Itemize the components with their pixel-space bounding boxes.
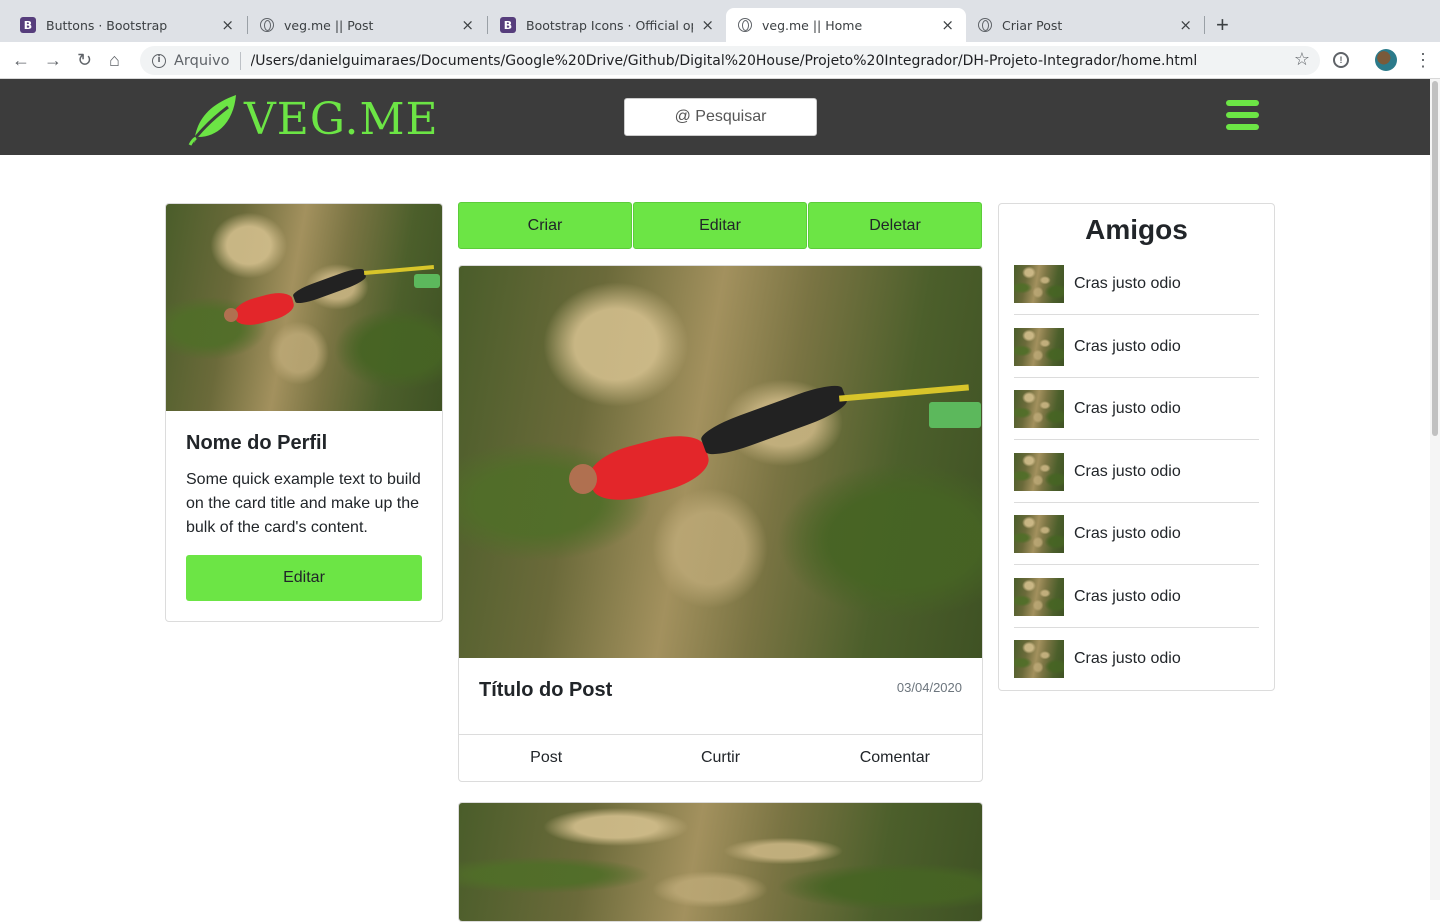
profile-card: Nome do Perfil Some quick example text t… — [165, 203, 443, 622]
tab-title: Bootstrap Icons · Official open — [526, 17, 693, 33]
friend-item[interactable]: Cras justo odio — [1014, 441, 1259, 503]
browser-tab[interactable]: veg.me || Post × — [248, 8, 486, 42]
address-divider — [239, 51, 241, 70]
comment-link[interactable]: Comentar — [808, 735, 982, 781]
globe-icon — [260, 18, 274, 32]
friend-item[interactable]: Cras justo odio — [1014, 378, 1259, 440]
browser-toolbar: ← → ↻ ⌂ i Arquivo /Users/danielguimaraes… — [0, 42, 1440, 79]
friend-name: Cras justo odio — [1074, 587, 1181, 605]
friends-card: Amigos Cras justo odio Cras justo odio C… — [998, 203, 1275, 691]
bungee-jumper-figure — [214, 256, 442, 356]
post-actions: Post Curtir Comentar — [459, 734, 982, 781]
home-icon[interactable]: ⌂ — [109, 50, 120, 70]
friends-title: Amigos — [1085, 214, 1188, 245]
tab-title: veg.me || Post — [284, 17, 374, 33]
friend-item[interactable]: Cras justo odio — [1014, 253, 1259, 315]
friend-avatar — [1014, 514, 1064, 553]
address-bar[interactable]: i Arquivo /Users/danielguimaraes/Documen… — [140, 46, 1320, 75]
bootstrap-icon: B — [500, 17, 516, 33]
friend-name: Cras justo odio — [1074, 337, 1181, 355]
friend-avatar — [1014, 389, 1064, 428]
friend-name: Cras justo odio — [1074, 462, 1181, 480]
back-arrow-icon[interactable]: ← — [12, 50, 30, 70]
info-icon[interactable]: i — [152, 53, 166, 68]
hamburger-menu-icon[interactable] — [1226, 100, 1259, 133]
logo[interactable]: VEG.ME — [188, 91, 439, 147]
reload-icon[interactable]: ↻ — [77, 50, 92, 70]
url-text[interactable]: /Users/danielguimaraes/Documents/Google%… — [251, 53, 1198, 69]
globe-icon — [978, 18, 992, 32]
page-scrollbar[interactable] — [1430, 79, 1440, 900]
logo-text: VEG.ME — [244, 93, 439, 145]
friend-item[interactable]: Cras justo odio — [1014, 503, 1259, 565]
bungee-jumper-figure — [549, 366, 982, 566]
friend-avatar — [1014, 327, 1064, 366]
friend-name: Cras justo odio — [1074, 399, 1181, 417]
new-tab-icon[interactable]: + — [1216, 12, 1229, 38]
post-photo — [459, 266, 982, 658]
close-icon[interactable]: × — [221, 16, 234, 34]
friend-item[interactable]: Cras justo odio — [1014, 566, 1259, 628]
post-title: Título do Post — [479, 679, 613, 701]
friend-name: Cras justo odio — [1074, 274, 1181, 292]
avatar[interactable] — [1375, 49, 1397, 71]
edit-profile-button[interactable]: Editar — [186, 555, 422, 601]
post-date: 03/04/2020 — [896, 680, 962, 695]
browser-tab[interactable]: B Buttons · Bootstrap × — [8, 8, 246, 42]
close-icon[interactable]: × — [461, 16, 474, 34]
browser-tab[interactable]: B Bootstrap Icons · Official open × — [488, 8, 726, 42]
profile-photo — [166, 204, 442, 411]
tab-title: Criar Post — [1002, 17, 1063, 33]
create-post-button[interactable]: Criar — [458, 202, 632, 249]
friend-avatar — [1014, 264, 1064, 303]
post-photo — [459, 803, 982, 921]
tab-title: Buttons · Bootstrap — [46, 17, 168, 33]
delete-post-button[interactable]: Deletar — [808, 202, 982, 249]
scrollbar-thumb[interactable] — [1432, 81, 1438, 436]
friend-item[interactable]: Cras justo odio — [1014, 316, 1259, 378]
browser-tab-active[interactable]: veg.me || Home × — [726, 8, 966, 42]
browser-tab-bar: B Buttons · Bootstrap × veg.me || Post ×… — [0, 0, 1440, 42]
friend-avatar — [1014, 640, 1064, 678]
extension-icon[interactable]: ! — [1333, 52, 1349, 68]
browser-tab[interactable]: Criar Post × — [966, 8, 1204, 42]
close-icon[interactable]: × — [701, 16, 714, 34]
bookmark-star-icon[interactable]: ☆ — [1294, 49, 1310, 70]
tab-title: veg.me || Home — [762, 17, 863, 33]
post-card — [458, 802, 983, 922]
close-icon[interactable]: × — [1179, 16, 1192, 34]
close-icon[interactable]: × — [941, 16, 954, 34]
search-button[interactable]: @ Pesquisar — [624, 98, 817, 136]
scheme-label: Arquivo — [174, 52, 230, 69]
post-link[interactable]: Post — [459, 735, 633, 781]
friend-name: Cras justo odio — [1074, 650, 1181, 667]
profile-description: Some quick example text to build on the … — [186, 471, 421, 536]
tab-divider — [1204, 16, 1205, 34]
friend-name: Cras justo odio — [1074, 524, 1181, 542]
more-menu-icon[interactable]: ⋮ — [1414, 48, 1432, 72]
globe-icon — [738, 18, 752, 32]
friend-avatar — [1014, 577, 1064, 616]
friend-item[interactable]: Cras justo odio — [1014, 628, 1259, 690]
site-header: VEG.ME @ Pesquisar — [0, 79, 1440, 155]
bootstrap-icon: B — [20, 17, 36, 33]
leaf-icon — [188, 95, 236, 146]
forward-arrow-icon[interactable]: → — [44, 50, 62, 70]
like-link[interactable]: Curtir — [633, 735, 807, 781]
profile-name: Nome do Perfil — [186, 432, 328, 454]
edit-post-button[interactable]: Editar — [633, 202, 807, 249]
friend-avatar — [1014, 452, 1064, 491]
post-card: Título do Post 03/04/2020 Post Curtir Co… — [458, 265, 983, 782]
